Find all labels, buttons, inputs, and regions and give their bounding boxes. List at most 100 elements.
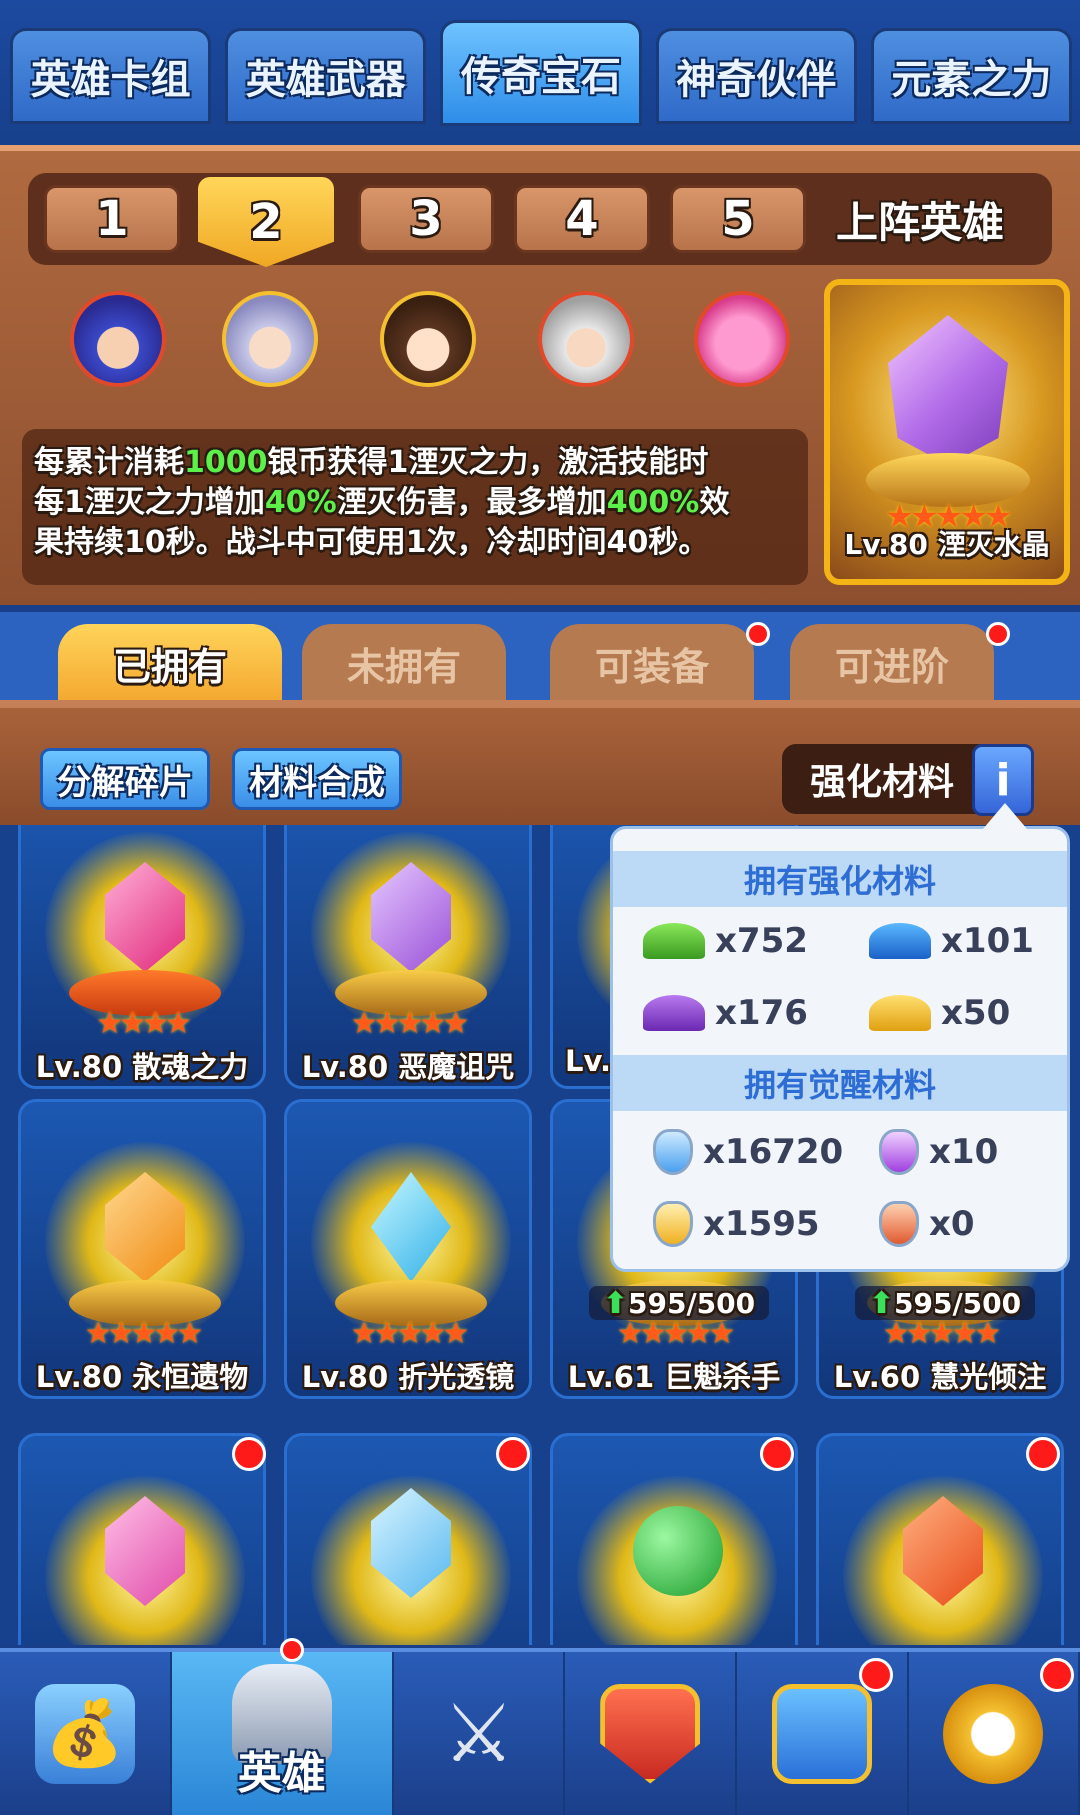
crossed-swords-icon: ⚔ bbox=[442, 1687, 515, 1780]
ownership-tab-bar: 已拥有 未拥有 可装备 可进阶 bbox=[0, 612, 1080, 702]
notification-dot bbox=[1026, 1437, 1060, 1471]
nav-heroes-label: 英雄 bbox=[237, 1748, 326, 1799]
material-item: x16720 bbox=[653, 1129, 843, 1175]
nav-battle[interactable]: ⚔ bbox=[394, 1652, 566, 1815]
material-item: x1595 bbox=[653, 1201, 820, 1247]
nav-guild[interactable] bbox=[565, 1652, 737, 1815]
material-count: x176 bbox=[715, 993, 808, 1033]
annihilation-crystal-icon bbox=[888, 315, 1008, 465]
material-item: x101 bbox=[869, 921, 1034, 961]
tab-hero-deck[interactable]: 英雄卡组 bbox=[10, 28, 212, 124]
desc-text: 效 bbox=[699, 485, 730, 520]
material-item: x10 bbox=[879, 1129, 998, 1175]
top-tabs: 英雄卡组 英雄武器 传奇宝石 神奇伙伴 元素之力 bbox=[10, 20, 1073, 128]
gem-card[interactable] bbox=[18, 1433, 266, 1645]
hero-avatar[interactable] bbox=[380, 291, 476, 387]
compass-icon bbox=[943, 1683, 1044, 1784]
tool-bar: 分解碎片 材料合成 强化材料 i bbox=[0, 700, 1080, 825]
red-potion-icon bbox=[879, 1201, 919, 1247]
tab-elements[interactable]: 元素之力 bbox=[870, 28, 1073, 124]
gem-card[interactable]: ★★★★ Lv.80 散魂之力 bbox=[18, 825, 266, 1089]
gem-name: Lv.80 永恒遗物 bbox=[35, 1360, 249, 1394]
star-rating: ★★★★ bbox=[96, 1006, 192, 1041]
gem-name: Lv.61 巨魁杀手 bbox=[567, 1360, 781, 1394]
team-slot-4[interactable]: 4 bbox=[514, 185, 650, 253]
enhance-materials-header: 拥有强化材料 bbox=[613, 851, 1067, 907]
hero-avatar[interactable] bbox=[222, 291, 318, 387]
crown-shield-icon bbox=[600, 1683, 701, 1784]
notification-dot bbox=[986, 622, 1010, 646]
tab-equippable[interactable]: 可装备 bbox=[550, 624, 754, 702]
hero-avatar[interactable] bbox=[538, 291, 634, 387]
desc-text: 银币获得1湮灭之力，激活技能时 bbox=[267, 445, 709, 480]
green-powder-icon bbox=[643, 923, 705, 959]
tab-owned[interactable]: 已拥有 bbox=[58, 624, 282, 702]
tab-upgradable[interactable]: 可进阶 bbox=[790, 624, 994, 702]
hero-avatar[interactable] bbox=[70, 291, 166, 387]
top-tab-strip: 英雄卡组 英雄武器 传奇宝石 神奇伙伴 元素之力 bbox=[0, 0, 1080, 145]
material-item: x50 bbox=[869, 993, 1010, 1033]
gem-card[interactable]: ★★★★★ Lv.80 折光透镜 bbox=[284, 1099, 532, 1399]
material-synthesis-button[interactable]: 材料合成 bbox=[232, 748, 402, 810]
desc-highlight: 1000 bbox=[184, 445, 268, 480]
gold-powder-icon bbox=[869, 995, 931, 1031]
upgrade-progress: ⬆595/500 bbox=[589, 1286, 769, 1321]
treasure-chest-icon: 💰 bbox=[34, 1683, 135, 1784]
desc-highlight: 400% bbox=[606, 485, 700, 520]
material-count: x10 bbox=[929, 1132, 999, 1172]
star-rating: ★★★★★ bbox=[616, 1316, 735, 1351]
notification-dot bbox=[858, 1658, 893, 1692]
hero-avatar[interactable] bbox=[694, 291, 790, 387]
desc-text: 每累计消耗 bbox=[34, 445, 184, 480]
team-slot-3[interactable]: 3 bbox=[358, 185, 494, 253]
gem-card[interactable] bbox=[816, 1433, 1064, 1645]
team-slot-bar: 1 2 3 4 5 上阵英雄 bbox=[28, 173, 1052, 267]
blue-powder-icon bbox=[869, 923, 931, 959]
material-count: x50 bbox=[941, 993, 1011, 1033]
gem-description: 每累计消耗1000银币获得1湮灭之力，激活技能时 每1湮灭之力增加40%湮灭伤害… bbox=[22, 429, 808, 585]
purple-powder-icon bbox=[643, 995, 705, 1031]
tab-legendary-gems[interactable]: 传奇宝石 bbox=[440, 20, 642, 126]
star-rating: ★★★★★ bbox=[84, 1316, 203, 1351]
tab-companions[interactable]: 神奇伙伴 bbox=[655, 28, 857, 124]
desc-text: 每1湮灭之力增加 bbox=[34, 485, 265, 520]
gem-card[interactable]: ★★★★★ Lv.80 恶魔诅咒 bbox=[284, 825, 532, 1089]
team-slot-2[interactable]: 2 bbox=[198, 177, 334, 267]
gem-name: Lv.80 恶魔诅咒 bbox=[301, 1050, 515, 1084]
deployed-heroes bbox=[50, 291, 810, 401]
gem-name: Lv.80 折光透镜 bbox=[301, 1360, 515, 1394]
gem-name: Lv.60 慧光倾注 bbox=[833, 1360, 1047, 1394]
material-item: x752 bbox=[643, 921, 808, 961]
awaken-materials-header: 拥有觉醒材料 bbox=[613, 1055, 1067, 1111]
gem-icon bbox=[633, 1506, 723, 1596]
tab-hero-weapons[interactable]: 英雄武器 bbox=[225, 28, 427, 124]
decompose-shards-button[interactable]: 分解碎片 bbox=[40, 748, 210, 810]
nav-social[interactable] bbox=[737, 1652, 909, 1815]
notification-dot bbox=[232, 1437, 266, 1471]
upgrade-progress: ⬆595/500 bbox=[855, 1286, 1035, 1321]
desc-text: 果持续10秒。战斗中可使用1次，冷却时间40秒。 bbox=[34, 525, 709, 560]
featured-gem-card[interactable]: ★★★★★ Lv.80 湮灭水晶 bbox=[824, 279, 1070, 585]
team-slot-1[interactable]: 1 bbox=[44, 185, 180, 253]
gold-potion-icon bbox=[653, 1201, 693, 1247]
notification-dot bbox=[279, 1638, 304, 1662]
purple-potion-icon bbox=[879, 1129, 919, 1175]
material-count: x101 bbox=[941, 921, 1034, 961]
gem-card[interactable] bbox=[284, 1433, 532, 1645]
star-rating: ★★★★★ bbox=[350, 1006, 469, 1041]
notification-dot bbox=[760, 1437, 794, 1471]
material-count: x16720 bbox=[703, 1132, 844, 1172]
material-item: x0 bbox=[879, 1201, 975, 1247]
material-count: x0 bbox=[929, 1204, 975, 1244]
gem-card[interactable] bbox=[550, 1433, 798, 1645]
nav-shop[interactable]: 💰 bbox=[0, 1652, 172, 1815]
featured-gem-label: Lv.80 湮灭水晶 bbox=[844, 528, 1050, 561]
team-slot-5[interactable]: 5 bbox=[670, 185, 806, 253]
nav-heroes[interactable]: 英雄 bbox=[171, 1638, 394, 1815]
tab-not-owned[interactable]: 未拥有 bbox=[302, 624, 506, 702]
gem-card[interactable]: ★★★★★ Lv.80 永恒遗物 bbox=[18, 1099, 266, 1399]
material-count: x752 bbox=[715, 921, 808, 961]
nav-explore[interactable] bbox=[909, 1652, 1080, 1815]
star-rating: ★★★★★ bbox=[882, 1316, 1001, 1351]
gem-name: Lv.80 散魂之力 bbox=[35, 1050, 249, 1084]
